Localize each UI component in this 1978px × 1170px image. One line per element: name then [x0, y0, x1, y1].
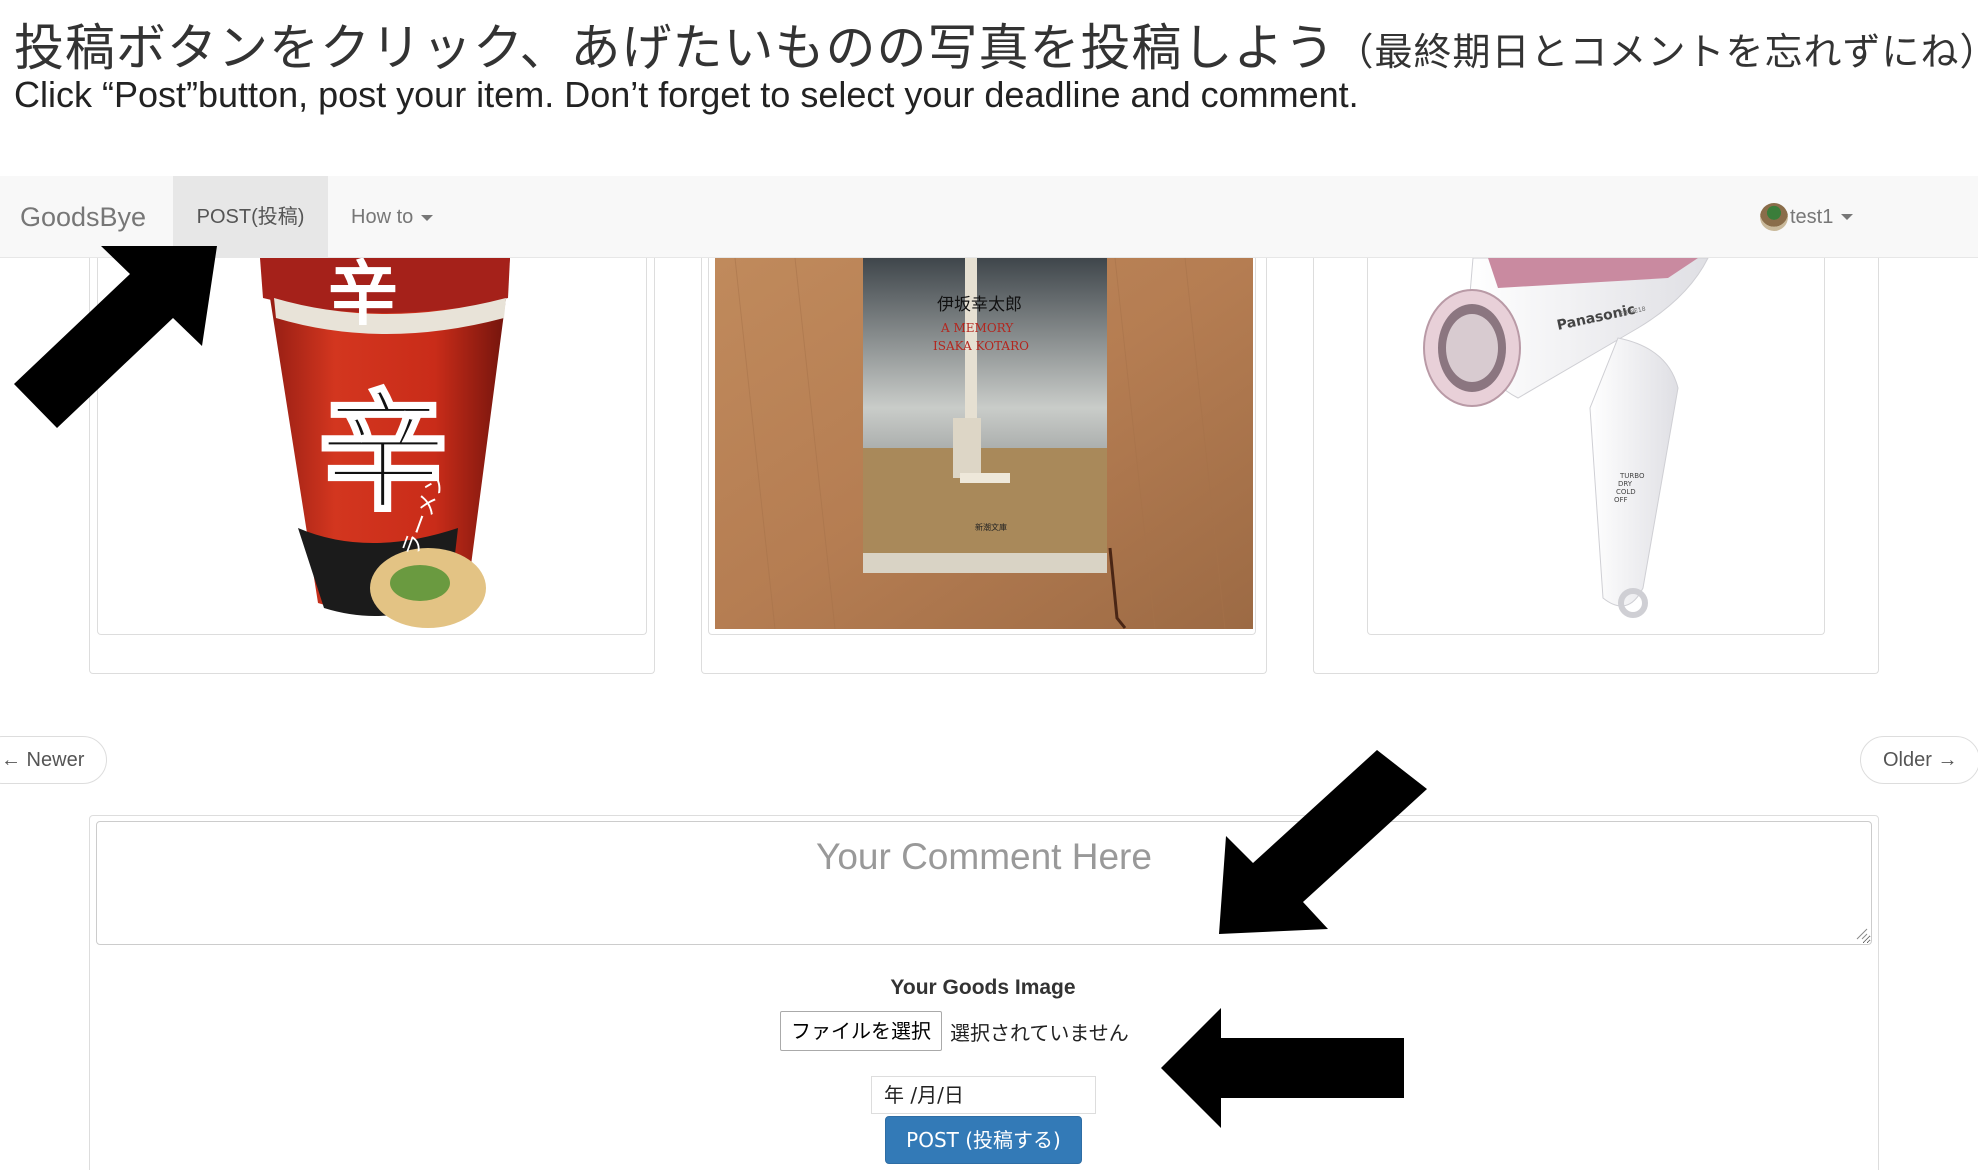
submit-post-button[interactable]: POST (投稿する) [885, 1116, 1082, 1164]
arrow-to-comment-icon [1219, 750, 1427, 934]
book-image: 伊坂幸太郎 A MEMORY ISAKA KOTARO 新潮文庫 [715, 258, 1253, 629]
caret-down-icon [421, 214, 434, 221]
arrow-to-file-icon [1161, 1008, 1404, 1128]
ramen-logo-text: 辛 [328, 258, 398, 335]
book-author-en: ISAKA KOTARO [933, 339, 1029, 353]
nav-howto-dropdown[interactable]: How to [351, 176, 434, 258]
screen: 投稿ボタンをクリック、あげたいものの写真を投稿しよう（最終期日とコメントを忘れず… [0, 0, 1978, 1170]
item-thumbnail-3[interactable]: Panasonic EH-NE18 TURBO DRY COLD OFF [1367, 258, 1825, 635]
dryer-switch-dry: DRY [1618, 480, 1633, 488]
instruction-jp-main: 投稿ボタンをクリック、あげたいものの写真を投稿しよう [14, 19, 1336, 77]
hair-dryer-image: Panasonic EH-NE18 TURBO DRY COLD OFF [1423, 258, 1709, 618]
instruction-jp: 投稿ボタンをクリック、あげたいものの写真を投稿しよう（最終期日とコメントを忘れず… [14, 8, 1978, 80]
instruction-en: Click “Post”button, post your item. Don’… [14, 74, 1359, 115]
book-title-en: A MEMORY [940, 321, 1014, 335]
user-menu[interactable]: test1 [1760, 176, 1854, 258]
caret-down-icon [1841, 214, 1854, 220]
user-name: test1 [1790, 206, 1834, 228]
file-status: 選択されていません [950, 1020, 1129, 1045]
dryer-switch-off: OFF [1614, 496, 1628, 504]
newer-button[interactable]: ← Newer [0, 736, 108, 784]
arrow-to-post-icon [14, 246, 217, 428]
nav-howto-label: How to [351, 206, 414, 228]
resize-grip-icon[interactable] [1856, 928, 1868, 940]
dryer-switch-turbo: TURBO [1619, 472, 1645, 480]
book-publisher: 新潮文庫 [975, 522, 1007, 532]
dryer-switch-cold: COLD [1616, 488, 1636, 496]
older-button[interactable]: Older → [1860, 736, 1978, 784]
navbar: GoodsBye POST(投稿) How to test1 [0, 176, 1978, 258]
avatar [1760, 203, 1788, 231]
goods-image-label: Your Goods Image [890, 976, 1076, 999]
deadline-date-input[interactable]: 年 /月/日 [871, 1076, 1096, 1114]
file-picker: ファイルを選択 選択されていません [780, 1011, 1129, 1051]
book-title-jp: 伊坂幸太郎 [937, 295, 1022, 315]
comment-input[interactable] [96, 821, 1872, 945]
instruction-jp-note: （最終期日とコメントを忘れずにね） [1335, 30, 1978, 74]
choose-file-button[interactable]: ファイルを選択 [780, 1011, 942, 1051]
item-thumbnail-2[interactable]: 伊坂幸太郎 A MEMORY ISAKA KOTARO 新潮文庫 [708, 258, 1256, 635]
